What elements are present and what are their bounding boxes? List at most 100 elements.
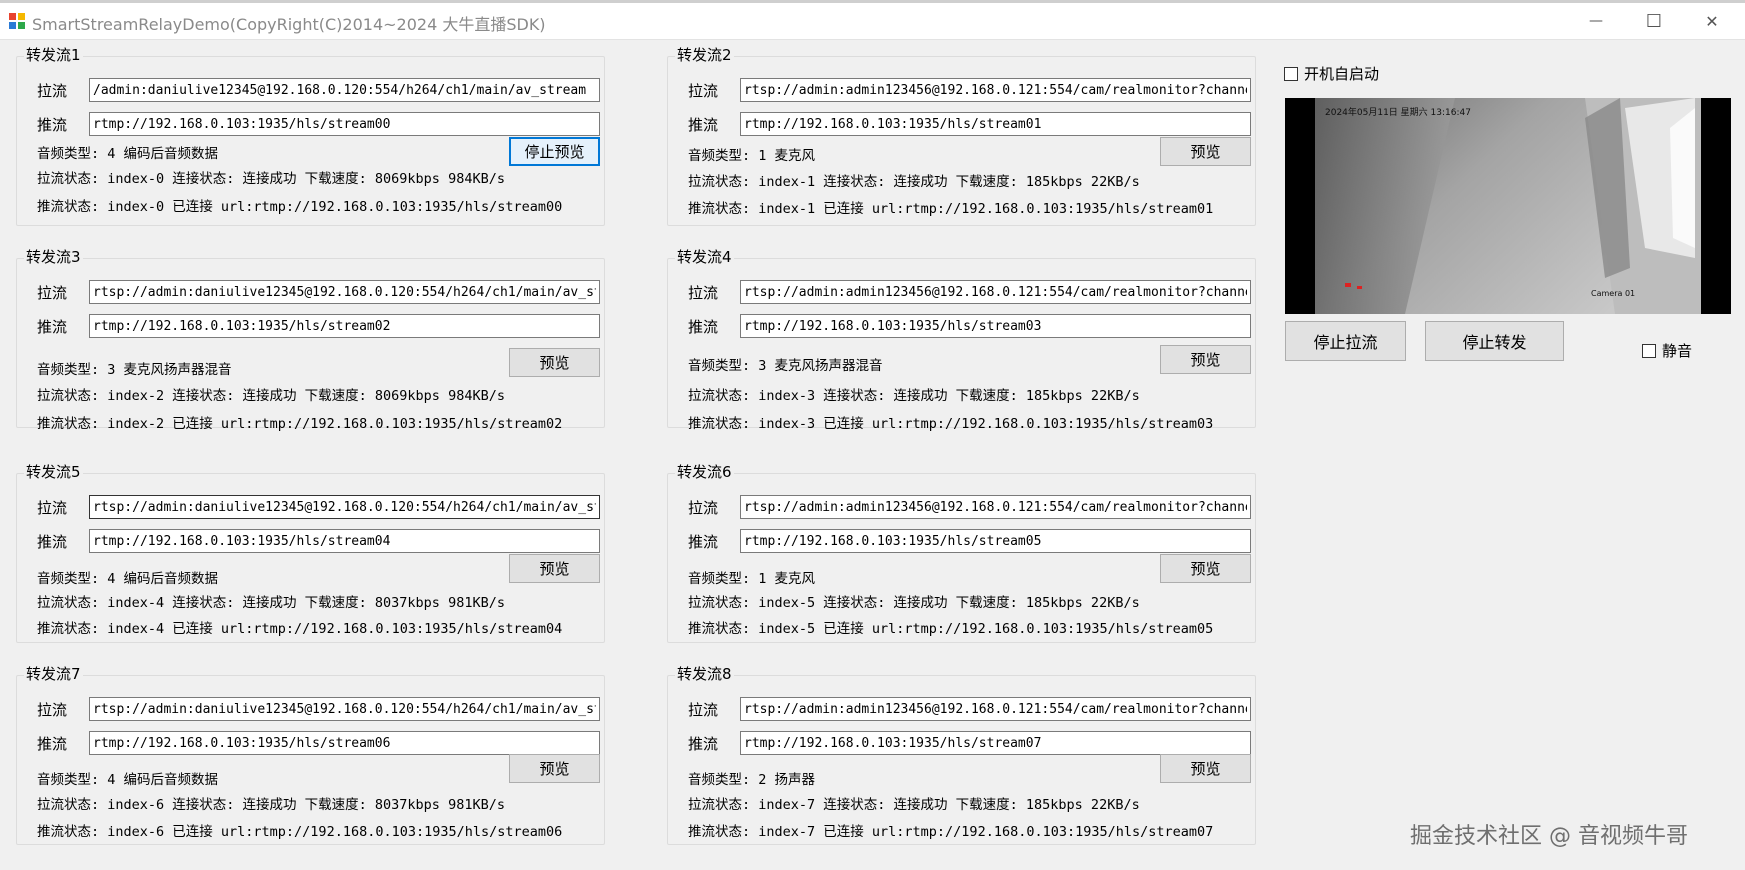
push-url-input[interactable] (740, 731, 1251, 755)
pull-label: 拉流 (688, 82, 719, 100)
pull-url-input[interactable] (89, 697, 600, 721)
push-status-text: 推流状态: index-0 已连接 url:rtmp://192.168.0.1… (37, 199, 563, 215)
push-url-input[interactable] (740, 314, 1251, 338)
push-status-text: 推流状态: index-3 已连接 url:rtmp://192.168.0.1… (688, 416, 1214, 432)
push-label: 推流 (37, 533, 68, 551)
relay-stream-group-6: 转发流6 拉流 推流 音频类型: 1 麦克风 预览 拉流状态: index-5 … (667, 463, 1256, 643)
group-title: 转发流3 (24, 248, 83, 266)
audio-type-text: 音频类型: 4 编码后音频数据 (37, 772, 219, 788)
push-label: 推流 (37, 318, 68, 336)
preview-button[interactable]: 预览 (1160, 754, 1251, 783)
pull-url-input[interactable] (89, 78, 600, 102)
group-title: 转发流8 (675, 665, 734, 683)
audio-type-text: 音频类型: 1 麦克风 (688, 571, 816, 587)
audio-type-text: 音频类型: 4 编码后音频数据 (37, 146, 219, 162)
pull-url-input[interactable] (740, 280, 1251, 304)
title-bar[interactable]: SmartStreamRelayDemo(CopyRight(C)2014~20… (0, 3, 1745, 40)
pull-status-text: 拉流状态: index-3 连接状态: 连接成功 下载速度: 185kbps 2… (688, 388, 1140, 404)
preview-button[interactable]: 预览 (509, 348, 600, 377)
pull-label: 拉流 (688, 701, 719, 719)
mute-checkbox-box[interactable] (1642, 343, 1656, 358)
relay-stream-group-3: 转发流3 拉流 推流 音频类型: 3 麦克风扬声器混音 预览 拉流状态: ind… (16, 248, 605, 432)
push-url-input[interactable] (740, 529, 1251, 553)
pull-label: 拉流 (37, 701, 68, 719)
pull-label: 拉流 (688, 499, 719, 517)
audio-type-text: 音频类型: 2 扬声器 (688, 772, 816, 788)
push-status-text: 推流状态: index-6 已连接 url:rtmp://192.168.0.1… (37, 824, 563, 840)
close-icon: ✕ (1705, 11, 1719, 31)
pull-status-text: 拉流状态: index-2 连接状态: 连接成功 下载速度: 8069kbps … (37, 388, 505, 404)
push-label: 推流 (688, 533, 719, 551)
audio-type-text: 音频类型: 3 麦克风扬声器混音 (37, 362, 232, 378)
push-status-text: 推流状态: index-4 已连接 url:rtmp://192.168.0.1… (37, 621, 563, 637)
stop-relay-button[interactable]: 停止转发 (1425, 321, 1564, 361)
pull-status-text: 拉流状态: index-4 连接状态: 连接成功 下载速度: 8037kbps … (37, 595, 505, 611)
group-title: 转发流1 (24, 46, 83, 64)
preview-button[interactable]: 停止预览 (509, 137, 600, 166)
push-label: 推流 (37, 735, 68, 753)
push-url-input[interactable] (89, 529, 600, 553)
group-title: 转发流4 (675, 248, 734, 266)
push-label: 推流 (688, 735, 719, 753)
pull-label: 拉流 (37, 499, 68, 517)
relay-stream-group-1: 转发流1 拉流 推流 音频类型: 4 编码后音频数据 停止预览 拉流状态: in… (16, 46, 605, 226)
pull-status-text: 拉流状态: index-6 连接状态: 连接成功 下载速度: 8037kbps … (37, 797, 505, 813)
camera-frame-image: 2024年05月11日 星期六 13:16:47 Camera 01 (1285, 98, 1731, 314)
pull-status-text: 拉流状态: index-0 连接状态: 连接成功 下载速度: 8069kbps … (37, 171, 505, 187)
autostart-checkbox[interactable]: 开机自启动 (1284, 63, 1379, 84)
preview-button[interactable]: 预览 (1160, 554, 1251, 583)
audio-type-text: 音频类型: 3 麦克风扬声器混音 (688, 358, 883, 374)
pull-label: 拉流 (37, 284, 68, 302)
maximize-button[interactable]: ☐ (1625, 3, 1683, 39)
push-status-text: 推流状态: index-5 已连接 url:rtmp://192.168.0.1… (688, 621, 1214, 637)
pull-url-input[interactable] (740, 697, 1251, 721)
relay-stream-group-8: 转发流8 拉流 推流 音频类型: 2 扬声器 预览 拉流状态: index-7 … (667, 665, 1256, 845)
relay-stream-group-2: 转发流2 拉流 推流 音频类型: 1 麦克风 预览 拉流状态: index-1 … (667, 46, 1256, 226)
pull-url-input[interactable] (89, 495, 600, 519)
pull-label: 拉流 (688, 284, 719, 302)
autostart-label: 开机自启动 (1304, 65, 1380, 83)
video-timestamp: 2024年05月11日 星期六 13:16:47 (1325, 106, 1471, 118)
push-url-input[interactable] (89, 112, 600, 136)
mute-checkbox[interactable]: 静音 (1642, 340, 1692, 361)
stop-pull-button[interactable]: 停止拉流 (1285, 321, 1406, 361)
app-icon (9, 13, 25, 29)
watermark: 掘金技术社区 @ 音视频牛哥 (1410, 824, 1688, 849)
push-url-input[interactable] (89, 314, 600, 338)
pull-url-input[interactable] (740, 78, 1251, 102)
audio-type-text: 音频类型: 1 麦克风 (688, 148, 816, 164)
group-title: 转发流2 (675, 46, 734, 64)
push-status-text: 推流状态: index-2 已连接 url:rtmp://192.168.0.1… (37, 416, 563, 432)
close-button[interactable]: ✕ (1683, 3, 1741, 39)
minimize-button[interactable]: — (1567, 3, 1625, 39)
push-url-input[interactable] (89, 731, 600, 755)
audio-type-text: 音频类型: 4 编码后音频数据 (37, 571, 219, 587)
pull-label: 拉流 (37, 82, 68, 100)
push-label: 推流 (688, 116, 719, 134)
window-title: SmartStreamRelayDemo(CopyRight(C)2014~20… (32, 15, 546, 34)
group-title: 转发流7 (24, 665, 83, 683)
preview-button[interactable]: 预览 (1160, 345, 1251, 374)
pull-status-text: 拉流状态: index-1 连接状态: 连接成功 下载速度: 185kbps 2… (688, 174, 1140, 190)
autostart-checkbox-box[interactable] (1284, 66, 1298, 81)
maximize-icon: ☐ (1645, 10, 1663, 32)
pull-status-text: 拉流状态: index-5 连接状态: 连接成功 下载速度: 185kbps 2… (688, 595, 1140, 611)
push-label: 推流 (37, 116, 68, 134)
video-camera-label: Camera 01 (1591, 289, 1635, 298)
group-title: 转发流6 (675, 463, 734, 481)
push-status-text: 推流状态: index-1 已连接 url:rtmp://192.168.0.1… (688, 201, 1214, 217)
pull-status-text: 拉流状态: index-7 连接状态: 连接成功 下载速度: 185kbps 2… (688, 797, 1140, 813)
preview-button[interactable]: 预览 (509, 554, 600, 583)
push-url-input[interactable] (740, 112, 1251, 136)
relay-stream-group-5: 转发流5 拉流 推流 音频类型: 4 编码后音频数据 预览 拉流状态: inde… (16, 463, 605, 643)
group-title: 转发流5 (24, 463, 83, 481)
pull-url-input[interactable] (740, 495, 1251, 519)
relay-stream-group-4: 转发流4 拉流 推流 音频类型: 3 麦克风扬声器混音 预览 拉流状态: ind… (667, 248, 1256, 432)
preview-button[interactable]: 预览 (1160, 137, 1251, 166)
video-preview: 2024年05月11日 星期六 13:16:47 Camera 01 (1285, 98, 1731, 314)
relay-stream-group-7: 转发流7 拉流 推流 音频类型: 4 编码后音频数据 预览 拉流状态: inde… (16, 665, 605, 845)
push-status-text: 推流状态: index-7 已连接 url:rtmp://192.168.0.1… (688, 824, 1214, 840)
preview-button[interactable]: 预览 (509, 754, 600, 783)
pull-url-input[interactable] (89, 280, 600, 304)
minimize-icon: — (1589, 13, 1603, 29)
